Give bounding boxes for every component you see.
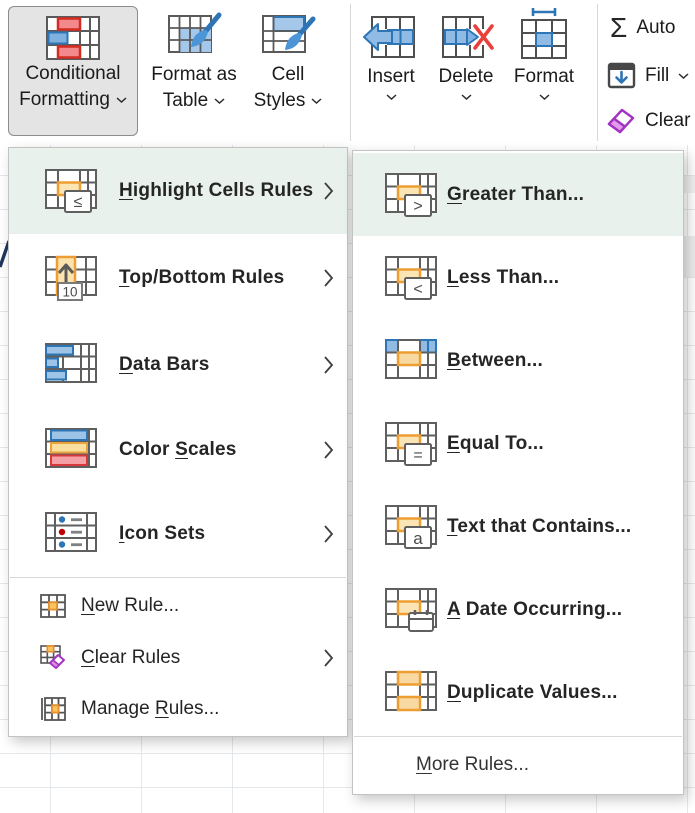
- submenu-item-greater-than[interactable]: > Greater Than...: [353, 153, 683, 236]
- clear-label: Clear: [645, 110, 690, 132]
- cell-styles-label-line1: Cell: [272, 62, 305, 88]
- svg-text:10: 10: [62, 284, 77, 299]
- highlight-cells-rules-submenu: > Greater Than... < Less Than...: [352, 150, 684, 795]
- format-as-table-icon: [166, 10, 222, 62]
- worksheet-shaded-cell: [684, 176, 695, 193]
- excel-conditional-formatting-ui: Conditional Formatting Format as Table: [0, 0, 695, 813]
- delete-label: Delete: [439, 64, 494, 90]
- menu-item-new-rule[interactable]: New Rule...: [9, 580, 347, 632]
- submenu-arrow-icon: [323, 440, 334, 460]
- chevron-down-icon: [116, 97, 127, 103]
- insert-cells-icon: [362, 12, 420, 62]
- clear-rules-icon: [39, 644, 67, 672]
- manage-rules-icon: [39, 695, 67, 723]
- text-that-contains-icon: a: [383, 499, 439, 555]
- autosum-button[interactable]: Σ Auto: [610, 14, 675, 42]
- submenu-item-less-than[interactable]: < Less Than...: [353, 236, 683, 319]
- fill-down-icon: [607, 62, 636, 89]
- autosum-label: Auto: [636, 17, 675, 39]
- duplicate-values-icon: [383, 665, 439, 721]
- menu-item-icon-sets[interactable]: Icon Sets: [9, 492, 347, 575]
- menu-item-data-bars[interactable]: Data Bars: [9, 321, 347, 408]
- top-bottom-rules-icon: 10: [43, 250, 99, 306]
- submenu-arrow-icon: [323, 355, 334, 375]
- conditional-formatting-label-line1: Conditional: [25, 61, 120, 87]
- conditional-formatting-menu: ≤ Highlight Cells Rules 10 Top/Bottom Ru…: [8, 147, 348, 737]
- cell-styles-button[interactable]: Cell Styles: [246, 6, 330, 114]
- clear-eraser-icon: [604, 106, 636, 136]
- conditional-formatting-icon: [44, 15, 102, 61]
- new-rule-icon: [39, 592, 67, 620]
- format-label: Format: [514, 64, 574, 90]
- format-cells-icon: [516, 6, 572, 62]
- between-icon: [383, 333, 439, 389]
- greater-than-icon: >: [383, 167, 439, 223]
- highlight-cells-rules-icon: ≤: [43, 163, 99, 219]
- chevron-down-icon: [386, 94, 397, 100]
- chevron-down-icon: [311, 98, 322, 104]
- conditional-formatting-label-line2: Formatting: [19, 87, 110, 113]
- menu-item-clear-rules[interactable]: Clear Rules: [9, 632, 347, 684]
- menu-separator: [354, 736, 682, 737]
- menu-item-top-bottom-rules[interactable]: 10 Top/Bottom Rules: [9, 234, 347, 321]
- equal-to-icon: =: [383, 416, 439, 472]
- submenu-item-more-rules[interactable]: More Rules...: [353, 739, 683, 791]
- a-date-occurring-icon: [383, 582, 439, 638]
- submenu-item-between[interactable]: Between...: [353, 319, 683, 402]
- submenu-arrow-icon: [323, 181, 334, 201]
- chevron-down-icon: [678, 73, 689, 79]
- format-button[interactable]: Format: [511, 6, 577, 100]
- chevron-down-icon: [214, 98, 225, 104]
- fill-label: Fill: [645, 65, 669, 87]
- clear-button[interactable]: Clear: [604, 106, 690, 136]
- svg-text:<: <: [413, 281, 422, 298]
- autosum-sigma-icon: Σ: [610, 14, 627, 42]
- svg-text:>: >: [413, 198, 422, 215]
- cell-styles-label-line2: Styles: [254, 88, 306, 114]
- svg-text:≤: ≤: [74, 194, 83, 211]
- delete-cells-icon: [437, 12, 495, 62]
- insert-button[interactable]: Insert: [360, 12, 422, 100]
- menu-separator: [10, 577, 346, 578]
- submenu-arrow-icon: [323, 648, 334, 668]
- format-as-table-label-line1: Format as: [151, 62, 237, 88]
- chevron-down-icon: [539, 94, 550, 100]
- cell-styles-icon: [260, 10, 316, 62]
- fill-button[interactable]: Fill: [607, 62, 689, 89]
- submenu-item-a-date-occurring[interactable]: A Date Occurring...: [353, 568, 683, 651]
- menu-item-highlight-cells-rules[interactable]: ≤ Highlight Cells Rules: [9, 148, 347, 234]
- submenu-arrow-icon: [323, 524, 334, 544]
- delete-button[interactable]: Delete: [434, 12, 498, 100]
- submenu-item-equal-to[interactable]: = Equal To...: [353, 402, 683, 485]
- menu-item-color-scales[interactable]: Color Scales: [9, 408, 347, 492]
- less-than-icon: <: [383, 250, 439, 306]
- conditional-formatting-button[interactable]: Conditional Formatting: [8, 6, 138, 136]
- ribbon: Conditional Formatting Format as Table: [0, 0, 695, 145]
- color-scales-icon: [43, 422, 99, 478]
- svg-text:a: a: [413, 529, 423, 548]
- chevron-down-icon: [461, 94, 472, 100]
- svg-text:=: =: [413, 447, 422, 464]
- format-as-table-label-line2: Table: [163, 88, 208, 114]
- format-as-table-button[interactable]: Format as Table: [146, 6, 242, 114]
- submenu-arrow-icon: [323, 268, 334, 288]
- worksheet-shaded-cell: [684, 236, 695, 277]
- menu-item-manage-rules[interactable]: Manage Rules...: [9, 684, 347, 734]
- data-bars-icon: [43, 337, 99, 393]
- ribbon-group-separator: [350, 4, 351, 141]
- icon-sets-icon: [43, 506, 99, 562]
- insert-label: Insert: [367, 64, 415, 90]
- submenu-item-duplicate-values[interactable]: Duplicate Values...: [353, 651, 683, 734]
- ribbon-group-separator: [597, 4, 598, 141]
- submenu-item-text-that-contains[interactable]: a Text that Contains...: [353, 485, 683, 568]
